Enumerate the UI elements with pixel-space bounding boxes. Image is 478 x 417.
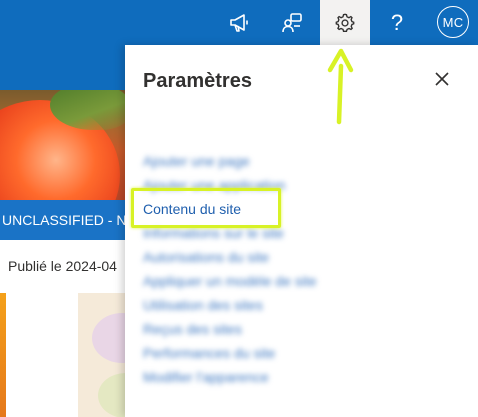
site-header-strip — [0, 45, 125, 90]
hero-image — [0, 90, 125, 200]
menu-item-site-receipts[interactable]: Reçus des sites — [143, 317, 317, 341]
settings-panel-title: Paramètres — [143, 70, 252, 92]
thumbnail-shape — [98, 373, 125, 417]
menu-item-site-performance[interactable]: Performances du site — [143, 341, 317, 365]
menu-item-site-contents[interactable]: Contenu du site — [143, 197, 317, 221]
classification-banner: UNCLASSIFIED - NC — [0, 200, 125, 240]
help-icon[interactable]: ? — [372, 0, 422, 45]
published-date-text: Publié le 2024-04 — [8, 258, 117, 274]
menu-item-add-app[interactable]: Ajouter une application — [143, 173, 317, 197]
people-settings-icon[interactable] — [268, 0, 318, 45]
close-icon[interactable] — [431, 68, 453, 90]
menu-item-site-usage[interactable]: Utilisation des sites — [143, 293, 317, 317]
news-thumbnail-right[interactable] — [78, 293, 125, 417]
menu-item-change-look[interactable]: Modifier l'apparence — [143, 365, 317, 389]
menu-item-site-information[interactable]: Informations sur le site — [143, 221, 317, 245]
top-suite-bar: ? MC — [0, 0, 478, 45]
gear-icon[interactable] — [320, 0, 370, 45]
menu-item-add-page[interactable]: Ajouter une page — [143, 149, 317, 173]
news-thumbnail-left[interactable] — [0, 293, 6, 417]
help-label: ? — [390, 9, 404, 35]
menu-item-apply-template[interactable]: Appliquer un modèle de site — [143, 269, 317, 293]
settings-panel: Paramètres Ajouter une page Ajouter une … — [125, 45, 478, 417]
user-avatar[interactable]: MC — [437, 6, 469, 38]
menu-item-site-permissions[interactable]: Autorisations du site — [143, 245, 317, 269]
settings-menu-list: Ajouter une page Ajouter une application… — [143, 149, 317, 389]
thumbnail-shape — [92, 313, 125, 363]
megaphone-icon[interactable] — [215, 0, 265, 45]
